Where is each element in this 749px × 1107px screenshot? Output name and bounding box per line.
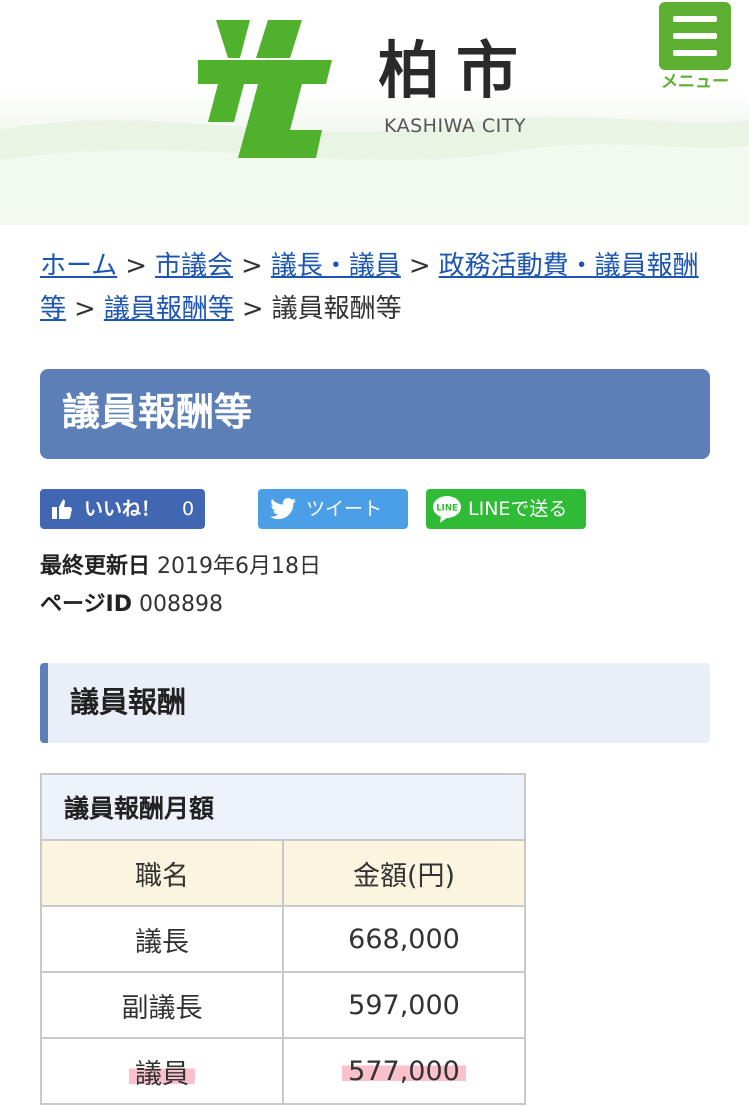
breadcrumb-link-members[interactable]: 議長・議員 xyxy=(271,251,401,281)
svg-text:LINE: LINE xyxy=(436,504,458,514)
last-updated-value: 2019年6月18日 xyxy=(157,554,321,579)
logo-subtitle: KASHIWA CITY xyxy=(384,115,526,137)
breadcrumb-separator: > xyxy=(241,251,263,281)
table-caption: 議員報酬月額 xyxy=(40,773,526,841)
facebook-like-button[interactable]: いいね！ 0 xyxy=(40,489,205,529)
page-id-value: 008898 xyxy=(139,592,223,617)
table-row-highlighted: 議員 577,000 xyxy=(40,1037,526,1105)
hamburger-icon xyxy=(673,16,717,22)
section-heading-box: 議員報酬 xyxy=(40,663,710,743)
page-id-label: ページID xyxy=(40,592,133,617)
page-id: ページID 008898 xyxy=(40,592,223,618)
twitter-bird-icon xyxy=(270,498,296,520)
last-updated-label: 最終更新日 xyxy=(40,554,151,579)
table-row: 議長 668,000 xyxy=(40,905,526,973)
tweet-label: ツイート xyxy=(306,498,383,520)
tweet-button[interactable]: ツイート xyxy=(258,489,408,529)
breadcrumb-current: 議員報酬等 xyxy=(271,294,402,324)
row-title: 副議長 xyxy=(40,971,284,1039)
breadcrumb-separator: > xyxy=(74,294,96,324)
page-title-box: 議員報酬等 xyxy=(40,369,710,459)
row-title-cell: 議員 xyxy=(40,1037,284,1105)
row-amount-cell: 577,000 xyxy=(282,1037,526,1105)
menu-label[interactable]: メニュー xyxy=(654,74,736,91)
row-amount: 668,000 xyxy=(282,905,526,973)
table-caption-row: 議員報酬月額 xyxy=(40,773,526,841)
section-heading: 議員報酬 xyxy=(70,685,187,719)
thumbs-up-icon xyxy=(52,499,72,519)
row-title: 議員 xyxy=(129,1058,195,1090)
row-amount: 597,000 xyxy=(282,971,526,1039)
page-title: 議員報酬等 xyxy=(62,390,253,434)
breadcrumb-link-home[interactable]: ホーム xyxy=(40,251,117,281)
breadcrumb-separator: > xyxy=(125,251,148,281)
kashiwa-logo-icon[interactable] xyxy=(198,18,334,162)
line-share-button[interactable]: LINE LINEで送る xyxy=(426,489,586,529)
breadcrumb-separator: > xyxy=(241,294,264,324)
remuneration-table: 議員報酬月額 職名 金額(円) 議長 668,000 副議長 597,000 議… xyxy=(40,773,526,1105)
breadcrumb-link-council[interactable]: 市議会 xyxy=(155,251,233,281)
hamburger-icon-bar xyxy=(673,50,717,56)
table-header-row: 職名 金額(円) xyxy=(40,839,526,907)
line-logo-icon: LINE xyxy=(433,496,461,523)
like-label: いいね！ xyxy=(84,498,161,520)
breadcrumb-link-remuneration[interactable]: 議員報酬等 xyxy=(104,294,234,324)
table-row: 副議長 597,000 xyxy=(40,971,526,1039)
column-header-amount: 金額(円) xyxy=(282,839,526,907)
hamburger-icon-bar xyxy=(673,33,717,39)
breadcrumb-separator: > xyxy=(408,251,431,281)
site-header: 柏市 KASHIWA CITY メニュー xyxy=(0,0,749,225)
row-amount: 577,000 xyxy=(342,1055,466,1087)
column-header-title: 職名 xyxy=(40,839,284,907)
header-wave-decoration xyxy=(0,117,749,225)
logo-kanji: 柏市 xyxy=(378,34,535,107)
line-share-label: LINEで送る xyxy=(468,498,568,520)
breadcrumb: ホーム > 市議会 > 議長・議員 > 政務活動費・議員報酬等 > 議員報酬等 > 議員報酬等 xyxy=(40,245,710,331)
last-updated: 最終更新日 2019年6月18日 xyxy=(40,554,321,580)
like-count: 0 xyxy=(182,498,195,520)
menu-button[interactable] xyxy=(659,2,731,70)
row-title: 議長 xyxy=(40,905,284,973)
